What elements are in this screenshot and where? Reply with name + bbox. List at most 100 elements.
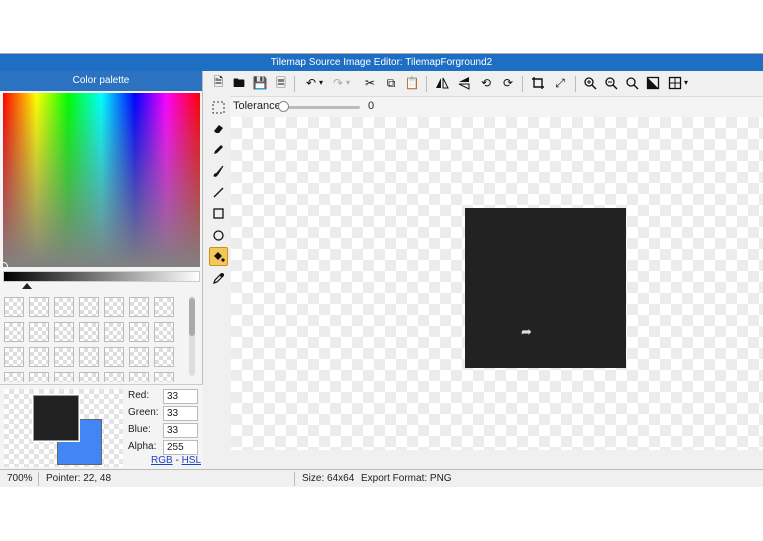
red-label: Red: — [128, 390, 150, 401]
palette-swatch[interactable] — [79, 347, 99, 367]
redo-dropdown-icon[interactable]: ▾ — [344, 74, 352, 92]
palette-swatch[interactable] — [104, 322, 124, 342]
palette-swatch[interactable] — [154, 297, 174, 317]
luminance-marker[interactable] — [22, 283, 32, 289]
undo-dropdown-icon[interactable]: ▾ — [317, 74, 325, 92]
crop-icon[interactable] — [529, 74, 547, 92]
zoom-in-icon[interactable] — [581, 74, 599, 92]
zoom-out-icon[interactable] — [602, 74, 620, 92]
flip-horizontal-icon[interactable] — [433, 74, 451, 92]
line-icon[interactable] — [209, 183, 228, 202]
red-field[interactable]: 33 — [163, 389, 198, 404]
palette-swatch[interactable] — [154, 347, 174, 367]
palette-swatch[interactable] — [104, 347, 124, 367]
palette-swatch[interactable] — [29, 372, 49, 382]
palette-swatch[interactable] — [54, 297, 74, 317]
scrollbar-thumb[interactable] — [189, 298, 195, 336]
toolbar-separator — [294, 76, 295, 92]
toolbar-separator — [522, 76, 523, 92]
rgb-link[interactable]: RGB — [151, 455, 173, 466]
palette-swatch[interactable] — [129, 372, 149, 382]
color-palette-panel: Color palette Red: 33 Green: 33 Blue: 33… — [0, 71, 203, 469]
palette-swatch[interactable] — [4, 347, 24, 367]
tolerance-label: Tolerance — [233, 100, 281, 112]
tolerance-value: 0 — [368, 100, 375, 112]
palette-swatch[interactable] — [104, 297, 124, 317]
main-toolbar: 🖿 💾 🗏 ↶ ▾ ↷ ▾ ✂ ⧉ 📋 ⟲ ⟳ ⤢ ▾ — [230, 71, 763, 97]
rotate-left-icon[interactable]: ⟲ — [477, 74, 495, 92]
cut-icon[interactable]: ✂ — [361, 74, 379, 92]
palette-swatch[interactable] — [79, 297, 99, 317]
pencil-icon[interactable] — [209, 140, 228, 159]
palette-swatch[interactable] — [54, 372, 74, 382]
paste-icon[interactable]: 📋 — [403, 74, 421, 92]
hsl-link[interactable]: HSL — [182, 455, 201, 466]
eyedropper-icon[interactable] — [209, 269, 228, 288]
green-label: Green: — [128, 407, 159, 418]
palette-swatch[interactable] — [29, 297, 49, 317]
alpha-field[interactable]: 255 — [163, 440, 198, 455]
luminance-bar[interactable] — [3, 271, 200, 282]
blue-field[interactable]: 33 — [163, 423, 198, 438]
window-title: Tilemap Source Image Editor: TilemapForg… — [0, 54, 763, 71]
export-format: Export Format: PNG — [361, 473, 452, 484]
palette-swatch[interactable] — [79, 372, 99, 382]
toolbar-separator — [426, 76, 427, 92]
grid-dropdown-icon[interactable]: ▾ — [682, 74, 690, 92]
ellipse-icon[interactable] — [209, 226, 228, 245]
palette-swatch[interactable] — [4, 372, 24, 382]
rotate-right-icon[interactable]: ⟳ — [499, 74, 517, 92]
export-icon[interactable]: 🗏 — [272, 74, 290, 92]
palette-swatch[interactable] — [129, 347, 149, 367]
open-folder-icon[interactable]: 🖿 — [230, 74, 248, 92]
eraser-icon[interactable] — [209, 119, 228, 138]
flip-vertical-icon[interactable] — [455, 74, 473, 92]
swatch-grid — [4, 294, 186, 382]
fill-bucket-icon[interactable] — [209, 247, 228, 266]
palette-swatch[interactable] — [154, 372, 174, 382]
brush-icon[interactable] — [209, 162, 228, 181]
status-bar: 700% Pointer: 22, 48 Size: 64x64 Export … — [0, 469, 763, 487]
pointer-position: Pointer: 22, 48 — [46, 473, 112, 484]
alpha-label: Alpha: — [128, 441, 157, 452]
color-spectrum[interactable] — [0, 93, 200, 271]
palette-swatch[interactable] — [29, 322, 49, 342]
editor-window: Tilemap Source Image Editor: TilemapForg… — [0, 53, 763, 487]
tool-strip: 🗎 — [206, 71, 230, 469]
color-format-links: RGB - HSL — [151, 455, 201, 466]
save-icon[interactable]: 💾 — [251, 74, 269, 92]
new-file-icon[interactable]: 🗎 — [209, 73, 228, 92]
palette-swatch[interactable] — [29, 347, 49, 367]
tolerance-slider-track[interactable] — [280, 106, 360, 109]
mouse-pointer-icon: ➦ — [521, 324, 532, 339]
palette-swatch[interactable] — [4, 322, 24, 342]
palette-swatch[interactable] — [129, 297, 149, 317]
format-separator: - — [172, 455, 182, 466]
copy-icon[interactable]: ⧉ — [382, 74, 400, 92]
green-field[interactable]: 33 — [163, 406, 198, 421]
zoom-fit-icon[interactable] — [623, 74, 641, 92]
palette-swatch[interactable] — [4, 297, 24, 317]
resize-icon[interactable]: ⤢ — [551, 74, 569, 92]
image-canvas[interactable]: ➦ — [231, 117, 763, 450]
swatch-scrollbar[interactable] — [189, 296, 195, 376]
tilemap-image[interactable] — [465, 208, 626, 368]
palette-swatch[interactable] — [54, 322, 74, 342]
tolerance-slider-knob[interactable] — [278, 101, 289, 112]
select-rect-icon[interactable] — [209, 98, 228, 117]
palette-swatch[interactable] — [54, 347, 74, 367]
palette-swatch[interactable] — [79, 322, 99, 342]
palette-title: Color palette — [0, 71, 202, 91]
palette-swatch[interactable] — [104, 372, 124, 382]
blue-label: Blue: — [128, 424, 151, 435]
palette-swatch[interactable] — [154, 322, 174, 342]
palette-swatch[interactable] — [129, 322, 149, 342]
foreground-color-swatch[interactable] — [33, 395, 79, 441]
rectangle-icon[interactable] — [209, 204, 228, 223]
spectrum-cursor[interactable] — [0, 262, 8, 271]
invert-icon[interactable] — [644, 74, 662, 92]
tool-options-bar: Tolerance 0 — [230, 97, 763, 117]
status-separator — [38, 472, 39, 486]
toolbar-separator — [575, 76, 576, 92]
image-size: Size: 64x64 — [302, 473, 355, 484]
